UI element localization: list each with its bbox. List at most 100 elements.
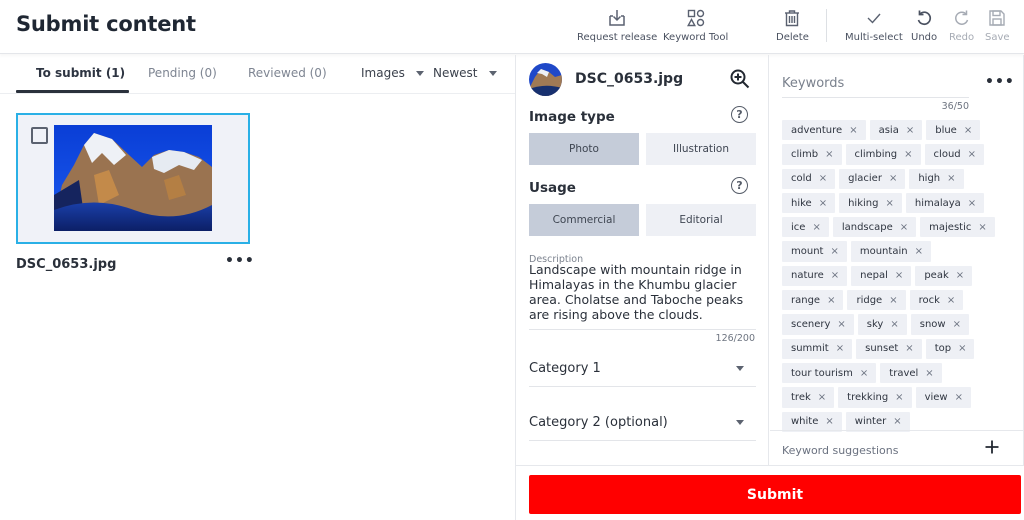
remove-keyword-icon[interactable]: × <box>978 222 986 233</box>
keyword-chip[interactable]: high × <box>909 168 964 189</box>
remove-keyword-icon[interactable]: × <box>819 173 827 184</box>
description-field[interactable]: Landscape with mountain ridge in Himalay… <box>529 262 757 322</box>
redo-button[interactable]: Redo <box>949 8 974 46</box>
keyword-chip[interactable]: snow × <box>910 314 969 335</box>
usage-editorial-button[interactable]: Editorial <box>646 204 756 236</box>
save-button[interactable]: Save <box>985 8 1010 46</box>
keyword-chip[interactable]: top × <box>925 338 975 359</box>
help-icon[interactable]: ? <box>731 177 748 194</box>
zoom-in-icon[interactable] <box>729 68 751 90</box>
keywords-input[interactable]: Keywords <box>782 76 969 98</box>
multi-select-button[interactable]: Multi-select <box>845 8 903 46</box>
keyword-chip[interactable]: white × <box>782 411 842 432</box>
keyword-chip[interactable]: himalaya × <box>905 192 985 214</box>
remove-keyword-icon[interactable]: × <box>900 222 908 233</box>
keyword-chip[interactable]: trek × <box>782 387 835 408</box>
keyword-chip[interactable]: adventure × <box>782 120 866 141</box>
keyword-chip[interactable]: landscape × <box>832 217 917 238</box>
remove-keyword-icon[interactable]: × <box>889 173 897 184</box>
remove-keyword-icon[interactable]: × <box>925 368 933 379</box>
keyword-chip[interactable]: cloud × <box>924 144 985 165</box>
keyword-chip[interactable]: nature × <box>782 265 848 287</box>
category-2-dropdown[interactable]: Category 2 (optional) <box>529 407 756 441</box>
keyword-chip[interactable]: peak × <box>915 265 973 287</box>
remove-keyword-icon[interactable]: × <box>812 222 820 233</box>
submit-button[interactable]: Submit <box>529 475 1021 514</box>
remove-keyword-icon[interactable]: × <box>827 295 835 306</box>
keyword-chip[interactable]: ridge × <box>847 290 906 311</box>
remove-keyword-icon[interactable]: × <box>953 319 961 330</box>
remove-keyword-icon[interactable]: × <box>819 198 827 209</box>
keyword-chip[interactable]: winter × <box>845 411 910 432</box>
remove-keyword-icon[interactable]: × <box>849 125 857 136</box>
keyword-chip[interactable]: mountain × <box>850 241 931 262</box>
tab-reviewed[interactable]: Reviewed (0) <box>248 66 327 80</box>
remove-keyword-icon[interactable]: × <box>895 392 903 403</box>
tab-to-submit[interactable]: To submit (1) <box>36 66 125 80</box>
delete-button[interactable]: Delete <box>776 8 809 46</box>
keyword-chip[interactable]: range × <box>782 290 844 311</box>
remove-keyword-icon[interactable]: × <box>956 270 964 281</box>
keyword-chip[interactable]: trekking × <box>838 387 912 408</box>
remove-keyword-icon[interactable]: × <box>915 246 923 257</box>
keyword-chip[interactable]: asia × <box>869 120 923 141</box>
remove-keyword-icon[interactable]: × <box>836 343 844 354</box>
keyword-chip[interactable]: travel × <box>880 362 942 384</box>
keyword-chip[interactable]: tour tourism × <box>782 362 877 384</box>
remove-keyword-icon[interactable]: × <box>905 343 913 354</box>
remove-keyword-icon[interactable]: × <box>947 173 955 184</box>
more-options-icon[interactable]: ••• <box>985 74 1015 90</box>
keyword-chip[interactable]: summit × <box>782 338 853 359</box>
keyword-chip[interactable]: mount × <box>782 241 847 262</box>
remove-keyword-icon[interactable]: × <box>860 368 868 379</box>
remove-keyword-icon[interactable]: × <box>904 149 912 160</box>
usage-commercial-button[interactable]: Commercial <box>529 204 639 236</box>
remove-keyword-icon[interactable]: × <box>893 416 901 427</box>
keyword-chip[interactable]: sky × <box>857 314 907 335</box>
keyword-chip[interactable]: hike × <box>782 192 836 214</box>
remove-keyword-icon[interactable]: × <box>968 198 976 209</box>
keyword-chip[interactable]: rock × <box>909 290 964 311</box>
remove-keyword-icon[interactable]: × <box>885 198 893 209</box>
asset-checkbox[interactable] <box>31 127 48 144</box>
keyword-chip[interactable]: hiking × <box>839 192 902 214</box>
category-1-dropdown[interactable]: Category 1 <box>529 353 756 387</box>
remove-keyword-icon[interactable]: × <box>825 416 833 427</box>
keyword-chip[interactable]: scenery × <box>782 314 854 335</box>
image-type-illustration-button[interactable]: Illustration <box>646 133 756 165</box>
tab-pending[interactable]: Pending (0) <box>148 66 217 80</box>
keyword-chip[interactable]: glacier × <box>839 168 906 189</box>
remove-keyword-icon[interactable]: × <box>964 125 972 136</box>
keyword-chip[interactable]: cold × <box>782 168 836 189</box>
remove-keyword-icon[interactable]: × <box>958 343 966 354</box>
help-icon[interactable]: ? <box>731 106 748 123</box>
more-options-icon[interactable]: ••• <box>225 253 255 269</box>
remove-keyword-icon[interactable]: × <box>831 270 839 281</box>
keyword-chip[interactable]: nepal × <box>851 265 912 287</box>
keyword-chip[interactable]: sunset × <box>856 338 922 359</box>
type-filter-dropdown[interactable]: Images <box>361 66 424 80</box>
image-type-photo-button[interactable]: Photo <box>529 133 639 165</box>
remove-keyword-icon[interactable]: × <box>889 295 897 306</box>
remove-keyword-icon[interactable]: × <box>837 319 845 330</box>
keyword-tool-button[interactable]: Keyword Tool <box>663 8 728 46</box>
remove-keyword-icon[interactable]: × <box>890 319 898 330</box>
request-release-button[interactable]: Request release <box>577 8 657 46</box>
asset-card[interactable] <box>16 113 250 244</box>
remove-keyword-icon[interactable]: × <box>895 270 903 281</box>
undo-button[interactable]: Undo <box>911 8 937 46</box>
keyword-chip[interactable]: ice × <box>782 217 829 238</box>
remove-keyword-icon[interactable]: × <box>906 125 914 136</box>
remove-keyword-icon[interactable]: × <box>825 149 833 160</box>
remove-keyword-icon[interactable]: × <box>968 149 976 160</box>
keyword-chip[interactable]: climb × <box>782 144 842 165</box>
remove-keyword-icon[interactable]: × <box>818 392 826 403</box>
keyword-chip[interactable]: blue × <box>926 120 981 141</box>
remove-keyword-icon[interactable]: × <box>830 246 838 257</box>
keyword-chip[interactable]: climbing × <box>845 144 921 165</box>
remove-keyword-icon[interactable]: × <box>947 295 955 306</box>
sort-dropdown[interactable]: Newest <box>433 66 497 80</box>
plus-icon[interactable] <box>984 439 1000 455</box>
keyword-chip[interactable]: majestic × <box>920 217 995 238</box>
keyword-chip[interactable]: view × <box>915 387 971 408</box>
